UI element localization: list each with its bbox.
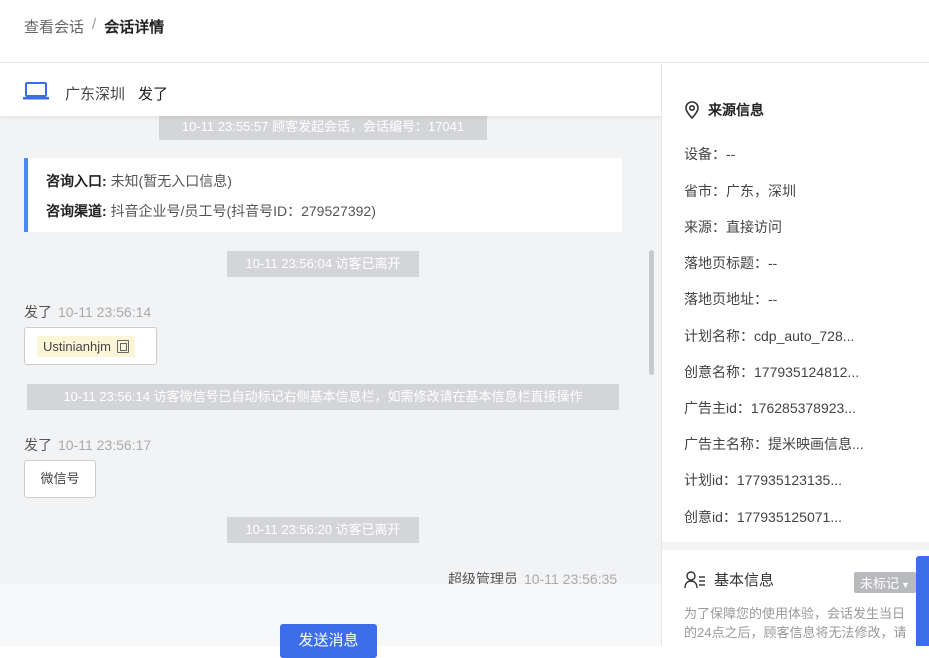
floating-side-tab[interactable] — [916, 556, 929, 646]
info-sidebar: 来源信息 设备：-- 省市：广东，深圳 来源：直接访问 落地页标题：-- 落地页… — [661, 64, 929, 646]
sender-name: 发了 — [24, 304, 52, 320]
caret-down-icon: ▼ — [901, 580, 910, 590]
visitor-location: 广东深圳 — [65, 86, 126, 103]
source-creative-name: 创意名称：177935124812... — [684, 364, 860, 380]
breadcrumb: 查看会话 / 会话详情 — [24, 16, 164, 37]
section-divider — [662, 542, 929, 550]
system-message-leave-2: 10-11 23:56:20 访客已离开 — [227, 517, 419, 543]
breadcrumb-separator: / — [92, 16, 97, 33]
source-plan-id: 计划id：177935123135... — [684, 472, 842, 488]
basic-info-note: 为了保障您的使用体验，会话发生当日的24点之后，顾客信息将无法修改，请 — [684, 606, 907, 640]
consult-channel-row: 咨询渠道: 抖音企业号/员工号(抖音号ID：279527392) — [46, 196, 604, 226]
message-sender-1: 发了 10-11 23:56:14 — [24, 302, 151, 322]
send-message-button[interactable]: 发送消息 — [280, 624, 377, 658]
consult-entry-label: 咨询入口: — [46, 173, 107, 189]
consult-entry-value: 未知(暂无入口信息) — [110, 173, 232, 189]
admin-message-sender: 超级管理员 10-11 23:56:35 — [448, 569, 617, 584]
source-landing-title: 落地页标题：-- — [684, 255, 778, 271]
visitor-name: 发了 — [138, 86, 169, 103]
basic-info-title: 基本信息 — [714, 572, 775, 589]
source-province-city: 省市：广东，深圳 — [684, 183, 796, 199]
consult-channel-label: 咨询渠道: — [46, 203, 107, 219]
system-message-wechat: 10-11 23:56:14 访客微信号已自动标记右侧基本信息栏，如需修改请在基… — [27, 384, 619, 410]
top-bar: 查看会话 / 会话详情 — [0, 0, 929, 63]
source-origin: 来源：直接访问 — [684, 219, 782, 235]
source-advertiser-id: 广告主id：176285378923... — [684, 400, 856, 416]
message-bubble-1: Ustinianhjm — [24, 327, 157, 365]
breadcrumb-parent-link[interactable]: 查看会话 — [24, 16, 84, 37]
source-creative-id: 创意id：177935125071... — [684, 509, 842, 525]
mark-status-dropdown[interactable]: 未标记 ▼ — [854, 572, 916, 593]
chat-panel: 广东深圳 发了 10-11 23:55:57 顾客发起会话，会话编号：17041… — [0, 64, 661, 584]
chat-footer: 发送消息 — [0, 584, 661, 658]
source-info-header: 来源信息 — [684, 100, 764, 120]
chat-scrollbar[interactable] — [649, 250, 654, 375]
basic-info-header: 基本信息 — [684, 569, 774, 590]
message-time: 10-11 23:56:17 — [58, 437, 152, 453]
wechat-id-tag[interactable]: Ustinianhjm — [37, 336, 135, 357]
system-message-leave-1: 10-11 23:56:04 访客已离开 — [227, 251, 419, 277]
source-info-title: 来源信息 — [708, 102, 764, 118]
source-plan-name: 计划名称：cdp_auto_728... — [684, 328, 855, 344]
copy-icon[interactable] — [116, 340, 129, 353]
message-time: 10-11 23:56:35 — [524, 571, 618, 584]
person-list-icon — [684, 570, 705, 588]
consult-channel-value: 抖音企业号/员工号(抖音号ID：279527392) — [110, 203, 376, 219]
source-device: 设备：-- — [684, 146, 736, 162]
breadcrumb-current: 会话详情 — [104, 19, 165, 36]
laptop-icon — [23, 82, 49, 100]
message-time: 10-11 23:56:14 — [58, 304, 152, 320]
location-pin-icon — [685, 101, 699, 119]
consult-entry-row: 咨询入口: 未知(暂无入口信息) — [46, 166, 604, 196]
system-message-start: 10-11 23:55:57 顾客发起会话，会话编号：17041 — [159, 114, 487, 140]
chat-header: 广东深圳 发了 — [0, 64, 661, 116]
message-bubble-2: 微信号 — [24, 460, 96, 498]
sender-name: 超级管理员 — [448, 571, 518, 584]
message-sender-2: 发了 10-11 23:56:17 — [24, 435, 151, 455]
source-landing-url: 落地页地址：-- — [684, 291, 778, 307]
mark-status-label: 未标记 — [860, 576, 900, 591]
sender-name: 发了 — [24, 437, 52, 453]
wechat-id-text: Ustinianhjm — [43, 339, 111, 354]
source-advertiser-name: 广告主名称：提米映画信息... — [684, 436, 864, 452]
consult-info-card: 咨询入口: 未知(暂无入口信息) 咨询渠道: 抖音企业号/员工号(抖音号ID：2… — [24, 158, 622, 232]
